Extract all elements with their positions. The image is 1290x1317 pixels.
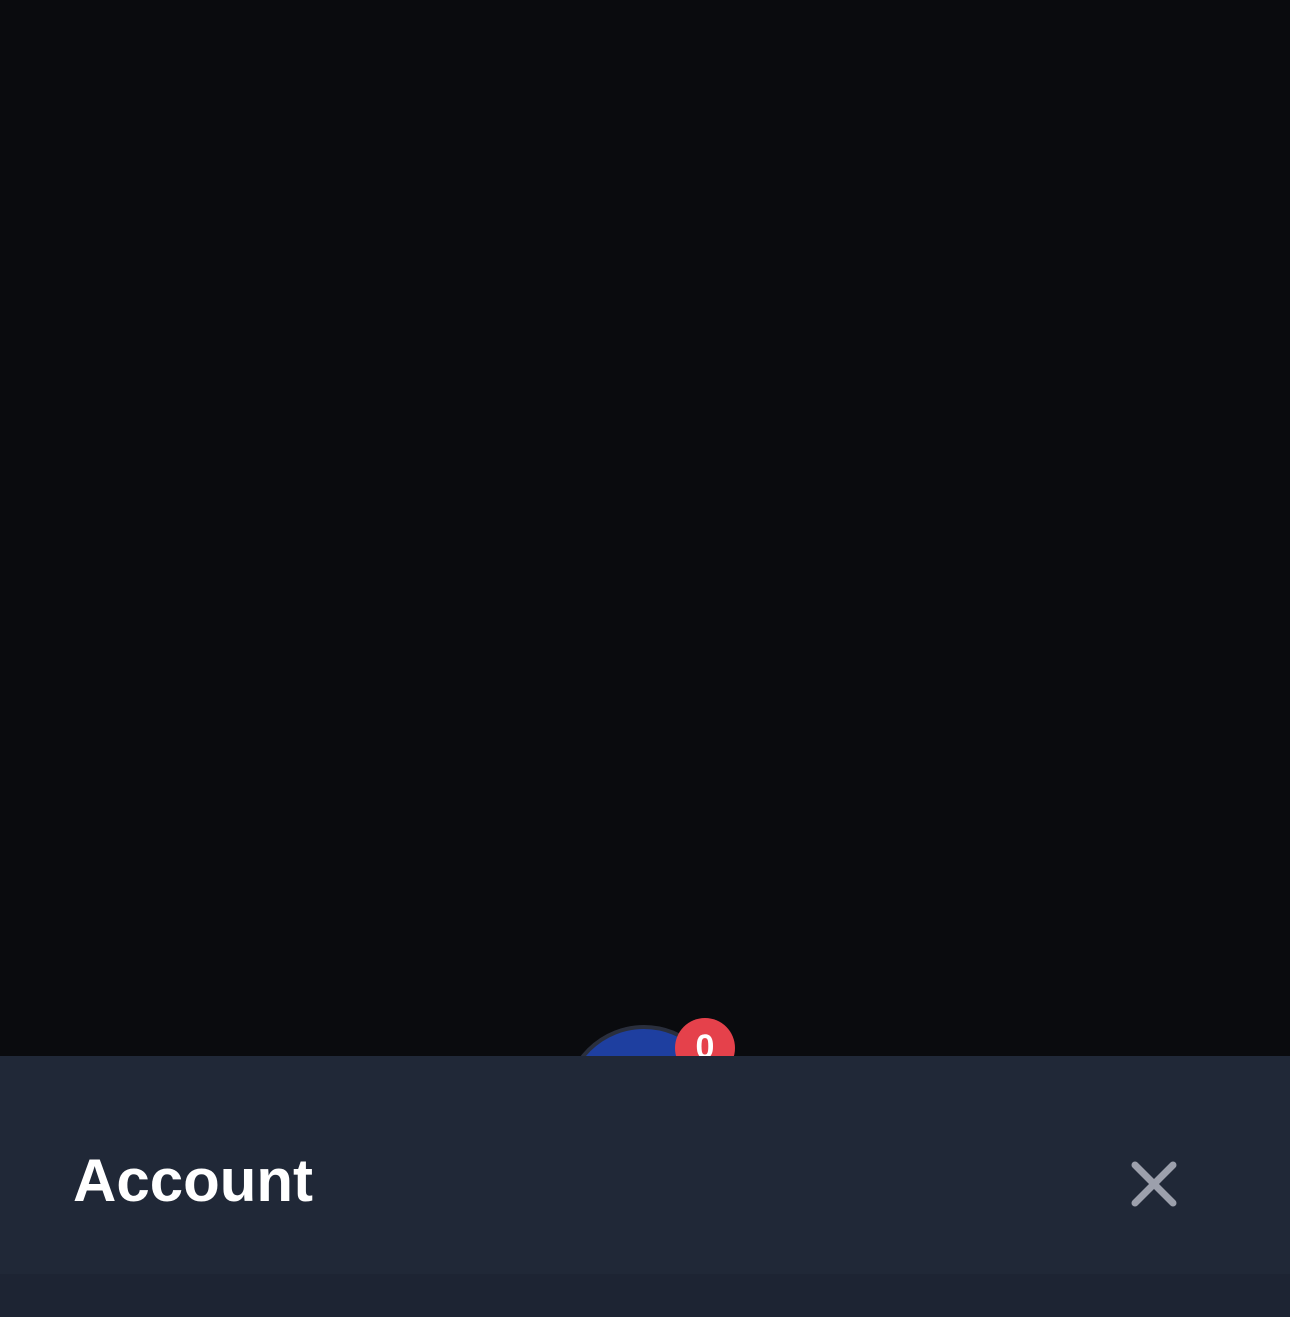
close-icon xyxy=(1131,1161,1177,1207)
sheet-content-area xyxy=(0,1274,1290,1317)
app-screen: 0 Account xyxy=(0,0,1290,1317)
close-button[interactable] xyxy=(1118,1148,1190,1220)
account-bottom-sheet: Account xyxy=(0,1056,1290,1317)
sheet-title: Account xyxy=(73,1147,313,1214)
